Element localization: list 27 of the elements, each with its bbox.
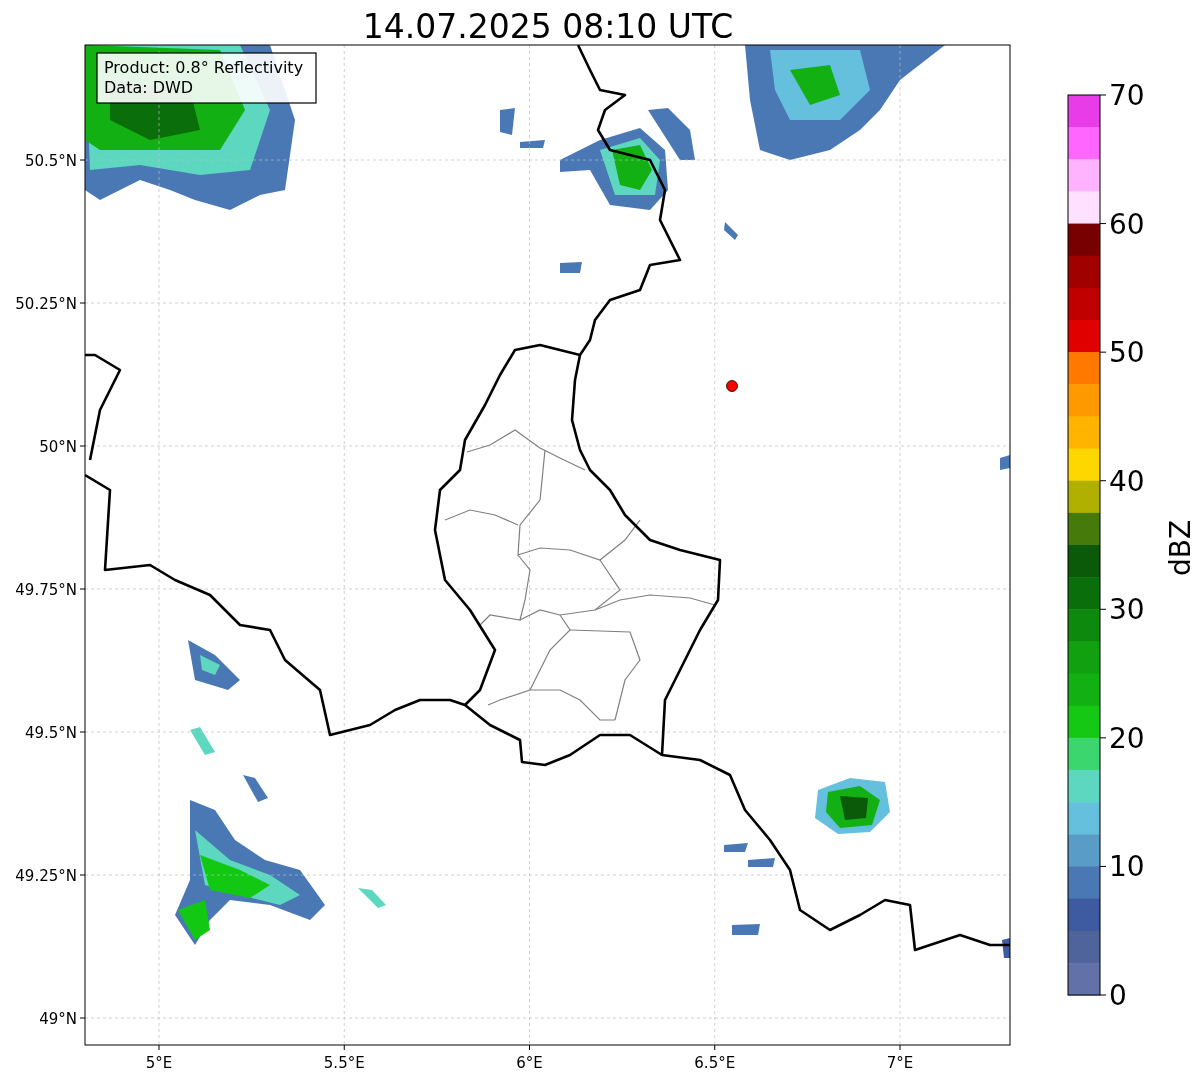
axis-tick-label: 49.5°N <box>24 724 77 742</box>
axis-tick-label: 5°E <box>145 1054 173 1072</box>
axis-tick-label: 5.5°E <box>323 1054 365 1072</box>
radar-echo <box>358 888 386 908</box>
legend-text: Data: DWD <box>104 78 194 97</box>
axis-tick-label: 50.25°N <box>15 295 77 313</box>
chart-title: 14.07.2025 08:10 UTC <box>362 7 734 46</box>
colorbar-tick-label: 60 <box>1109 207 1145 241</box>
colorbar-tick-label: 30 <box>1109 593 1145 627</box>
axis-tick-label: 50°N <box>39 438 77 456</box>
colorbar-tick-label: 0 <box>1109 979 1127 1012</box>
radar-echo <box>190 727 215 755</box>
axis-tick-label: 7°E <box>886 1054 914 1072</box>
colorbar-tick-label: 70 <box>1109 79 1145 112</box>
axis-tick-label: 6°E <box>516 1054 543 1072</box>
colorbar-tick-label: 40 <box>1109 464 1145 498</box>
axis-tick-label: 49.25°N <box>15 867 77 885</box>
legend-text: Product: 0.8° Reflectivity <box>104 58 304 77</box>
colorbar-tick-label: 20 <box>1109 721 1145 755</box>
axis-tick-label: 49.75°N <box>15 581 77 599</box>
colorbar-label: dBZ <box>1164 519 1197 577</box>
axis-tick-label: 6.5°E <box>694 1054 736 1072</box>
colorbar-tick-label: 10 <box>1109 850 1145 884</box>
radar-echo <box>188 640 240 690</box>
axis-tick-label: 50.5°N <box>24 152 77 170</box>
colorbar-tick-label: 50 <box>1109 336 1145 370</box>
axis-tick-label: 49°N <box>39 1010 77 1028</box>
